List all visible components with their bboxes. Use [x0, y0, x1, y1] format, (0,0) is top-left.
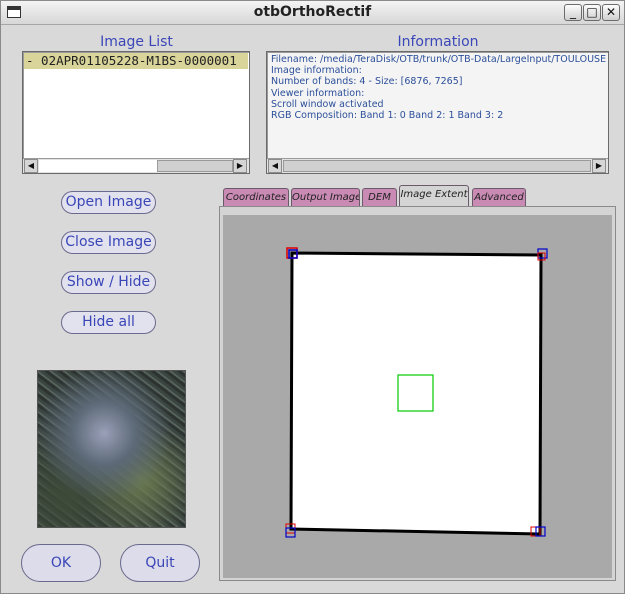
image-list-label: Image List [100, 34, 173, 50]
information-text: Filename: /media/TeraDisk/OTB/trunk/OTB-… [271, 54, 606, 121]
close-button[interactable]: ✕ [602, 4, 620, 21]
quit-button[interactable]: Quit [120, 544, 200, 582]
hide-all-button[interactable]: Hide all [61, 311, 156, 334]
image-list-hscrollbar[interactable]: ◀ ▶ [23, 158, 249, 173]
info-line: RGB Composition: Band 1: 0 Band 2: 1 Ban… [271, 110, 504, 122]
title-bar[interactable]: otbOrthoRectif _ □ ✕ [1, 1, 624, 25]
info-line: Image information: [271, 65, 362, 77]
information-hscrollbar[interactable]: ◀ ▶ [267, 158, 608, 173]
info-line: Scroll window activated [271, 98, 384, 110]
tab-advanced[interactable]: Advanced [472, 188, 526, 207]
scroll-right-icon[interactable]: ▶ [592, 159, 606, 173]
tab-output-image[interactable]: Output Image [291, 188, 360, 207]
scroll-track[interactable] [39, 160, 157, 172]
window-title: otbOrthoRectif [253, 4, 372, 20]
image-list-item[interactable]: - 02APR01105228-M1BS-0000001 [24, 53, 248, 69]
extent-drawing [285, 247, 548, 538]
app-window: otbOrthoRectif _ □ ✕ Image List - 02APR0… [0, 0, 625, 594]
info-line: Filename: /media/TeraDisk/OTB/trunk/OTB-… [271, 54, 606, 65]
image-thumbnail[interactable] [37, 370, 186, 528]
image-list[interactable]: - 02APR01105228-M1BS-0000001 ◀ ▶ [22, 51, 250, 174]
ok-button[interactable]: OK [21, 544, 101, 582]
scroll-thumb[interactable] [283, 160, 591, 172]
information-panel: Filename: /media/TeraDisk/OTB/trunk/OTB-… [266, 51, 609, 174]
open-image-button[interactable]: Open Image [61, 191, 156, 214]
tab-image-extent[interactable]: Image Extent [399, 185, 469, 207]
tab-coordinates[interactable]: Coordinates [223, 188, 289, 207]
maximize-button[interactable]: □ [583, 4, 601, 21]
tab-dem[interactable]: DEM [362, 188, 397, 207]
info-line: Viewer information: [271, 87, 365, 99]
scroll-thumb[interactable] [157, 160, 233, 172]
scroll-right-icon[interactable]: ▶ [233, 159, 247, 173]
close-image-button[interactable]: Close Image [61, 231, 156, 254]
scroll-left-icon[interactable]: ◀ [268, 159, 282, 173]
show-hide-button[interactable]: Show / Hide [61, 271, 156, 294]
image-extent-quad [289, 251, 543, 536]
minimize-button[interactable]: _ [564, 4, 582, 21]
scroll-left-icon[interactable]: ◀ [24, 159, 38, 173]
info-line: Number of bands: 4 - Size: [6876, 7265] [271, 76, 463, 88]
information-label: Information [397, 34, 479, 50]
extent-canvas[interactable] [223, 215, 612, 578]
